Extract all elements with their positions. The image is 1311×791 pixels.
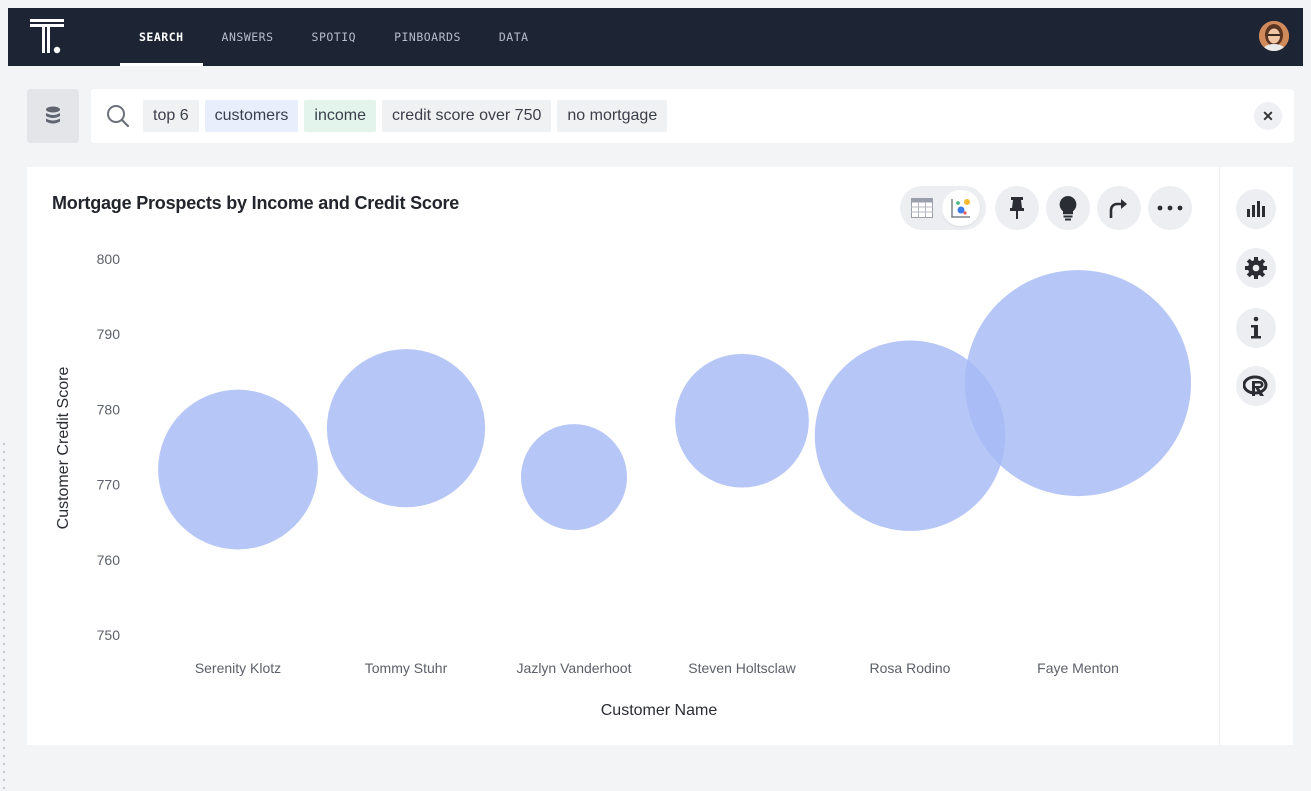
nav-tab-search[interactable]: SEARCH [120, 8, 203, 66]
search-token-filter[interactable]: no mortgage [557, 100, 668, 132]
user-avatar[interactable] [1259, 21, 1289, 51]
frame-edge-dots [0, 440, 8, 791]
clear-search-button[interactable]: ✕ [1254, 102, 1282, 130]
scatter-chart-icon [951, 199, 970, 218]
y-tick-label: 750 [97, 627, 121, 643]
x-tick-label: Tommy Stuhr [365, 660, 448, 676]
x-axis-label: Customer Name [601, 702, 718, 719]
search-token[interactable]: top 6 [143, 100, 199, 132]
lightbulb-icon [1059, 196, 1077, 221]
chart-view-button[interactable] [942, 190, 980, 226]
x-tick-label: Rosa Rodino [870, 660, 951, 676]
search-bar[interactable]: top 6 customers income credit score over… [91, 89, 1294, 143]
chart-settings-button[interactable] [1236, 248, 1276, 288]
nav-tab-data[interactable]: DATA [480, 8, 548, 66]
share-button[interactable] [1097, 186, 1141, 230]
top-navbar: SEARCH ANSWERS SPOTIQ PINBOARDS DATA [8, 8, 1303, 66]
y-axis-label: Customer Credit Score [55, 367, 72, 530]
r-analysis-button[interactable] [1236, 366, 1276, 406]
info-icon [1251, 316, 1261, 339]
search-tokens: top 6 customers income credit score over… [143, 100, 673, 132]
y-tick-label: 760 [97, 552, 121, 568]
share-arrow-icon [1109, 199, 1127, 218]
search-token-measure[interactable]: income [304, 100, 376, 132]
x-tick-label: Serenity Klotz [195, 660, 281, 676]
avatar-icon [1259, 21, 1289, 51]
database-icon [46, 106, 60, 124]
info-button[interactable] [1236, 308, 1276, 348]
chart-title: Mortgage Prospects by Income and Credit … [52, 193, 460, 213]
bubble-point[interactable] [520, 424, 628, 531]
bubble-chart: 800 790 780 770 760 750 Serenity Klotz Tommy St… [55, 251, 1191, 719]
gear-icon [1245, 257, 1267, 279]
nav-tab-spotiq[interactable]: SPOTIQ [293, 8, 376, 66]
more-options-button[interactable] [1148, 186, 1192, 230]
nav-tabs: SEARCH ANSWERS SPOTIQ PINBOARDS DATA [120, 8, 548, 66]
answer-card: 800 790 780 770 760 750 Serenity Klotz Tommy St… [27, 167, 1293, 745]
y-tick-label: 790 [97, 326, 121, 342]
search-token-filter[interactable]: credit score over 750 [381, 100, 552, 132]
spotiq-button[interactable] [1046, 186, 1090, 230]
panel-divider [1219, 167, 1220, 745]
change-chart-type-button[interactable] [1236, 189, 1276, 229]
x-tick-label: Steven Holtsclaw [688, 660, 796, 676]
pin-button[interactable] [995, 186, 1039, 230]
r-icon [1243, 375, 1268, 396]
x-tick-label: Faye Menton [1037, 660, 1119, 676]
search-token-column[interactable]: customers [204, 100, 299, 132]
bubble-point[interactable] [675, 353, 809, 488]
y-tick-label: 800 [97, 251, 121, 267]
bubble-point[interactable] [326, 349, 486, 508]
pin-icon [1010, 197, 1024, 219]
thoughtspot-logo-icon[interactable] [30, 19, 64, 55]
y-tick-label: 780 [97, 401, 121, 417]
nav-tab-answers[interactable]: ANSWERS [203, 8, 293, 66]
table-view-button[interactable] [908, 194, 936, 222]
view-toggle [900, 186, 986, 230]
y-tick-label: 770 [97, 477, 121, 493]
table-icon [911, 198, 933, 218]
bar-chart-icon [1247, 201, 1265, 217]
bubble-point[interactable] [158, 389, 318, 550]
x-tick-label: Jazlyn Vanderhoot [517, 660, 632, 676]
data-source-button[interactable] [27, 89, 79, 143]
nav-tab-pinboards[interactable]: PINBOARDS [375, 8, 480, 66]
more-dots-icon [1157, 205, 1183, 211]
bubble-point[interactable] [965, 270, 1191, 497]
search-icon [107, 105, 130, 128]
close-icon: ✕ [1262, 108, 1274, 124]
